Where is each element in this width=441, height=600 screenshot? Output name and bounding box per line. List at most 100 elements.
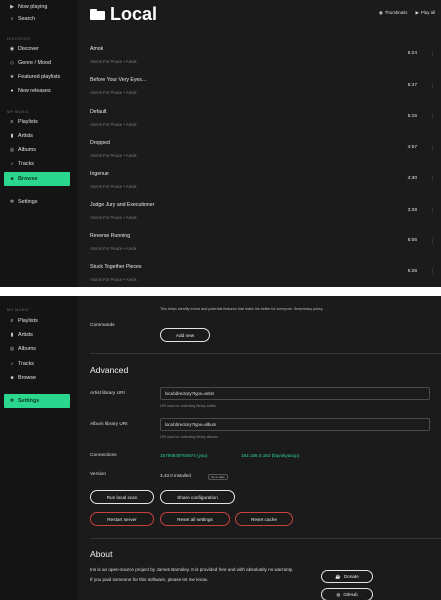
sidebar-item-discover[interactable]: ◉ Discover (4, 42, 70, 56)
my-music-heading: MY MUSIC (7, 109, 30, 114)
up-to-date-badge: Up to date (208, 474, 228, 480)
track-row[interactable]: Before Your Very Eyes... Atoms For Peace… (90, 77, 435, 109)
divider (90, 538, 441, 539)
track-row[interactable]: Dropped Atoms For Peace • Amok 4:57 ⋮ (90, 140, 435, 172)
album-uri-input[interactable]: local:directory?type=album (160, 418, 430, 431)
more-options-icon[interactable]: ⋮ (430, 208, 435, 214)
track-row[interactable]: Ingenue Atoms For Peace • Amok 4:30 ⋮ (90, 171, 435, 203)
browse-screen: ▶ Now playing ⌕ Search DISCOVER ◉ Discov… (0, 0, 441, 287)
sidebar-item-artists[interactable]: ▮ Artists (4, 328, 70, 342)
sidebar-item-search[interactable]: ⌕ Search (4, 12, 70, 26)
sidebar-item-label: Settings (18, 398, 40, 404)
star-icon: ★ (9, 74, 15, 80)
artist-icon: ▮ (10, 133, 14, 139)
track-duration: 5:47 (407, 83, 417, 88)
artist-uri-input[interactable]: local:directory?type=artist (160, 387, 430, 400)
track-meta: Atoms For Peace • Amok (90, 277, 137, 282)
github-button[interactable]: ◍ GitHub (321, 588, 373, 600)
more-options-icon[interactable]: ⋮ (430, 238, 435, 244)
sidebar-item-label: Albums (18, 346, 36, 352)
compass-icon: ◉ (9, 46, 15, 52)
more-options-icon[interactable]: ⋮ (430, 51, 435, 57)
sidebar-item-new-releases[interactable]: ● New releases (4, 84, 70, 98)
track-duration: 5:26 (407, 269, 417, 274)
more-options-icon[interactable]: ⋮ (430, 83, 435, 89)
play-all-button[interactable]: ▶ Play all (415, 10, 435, 16)
eye-icon: ◉ (378, 10, 383, 15)
track-meta: Atoms For Peace • Amok (90, 246, 137, 251)
track-row[interactable]: Stuck Together Pieces Atoms For Peace • … (90, 264, 435, 287)
sidebar-item-albums[interactable]: ◎ Albums (4, 342, 70, 356)
album-icon: ◎ (9, 147, 15, 153)
sidebar-item-label: Browse (18, 375, 36, 381)
sidebar-item-tracks[interactable]: ♪ Tracks (4, 157, 70, 171)
sidebar-item-playlists[interactable]: ≡ Playlists (4, 115, 70, 129)
search-icon: ⌕ (10, 16, 14, 22)
play-all-label: Play all (420, 10, 435, 15)
sidebar-item-browse[interactable]: ■ Browse (4, 172, 70, 186)
sidebar-item-label: Search (18, 16, 36, 22)
donate-button[interactable]: ☕ Donate (321, 570, 373, 583)
track-duration: 3:28 (407, 208, 417, 213)
track-row[interactable]: Amok Atoms For Peace • Amok 5:24 ⋮ (90, 46, 435, 78)
music-note-icon: ♪ (10, 361, 14, 367)
sidebar-item-label: Settings (18, 199, 38, 205)
track-row[interactable]: Default Atoms For Peace • Amok 5:15 ⋮ (90, 109, 435, 141)
folder-icon: ■ (10, 375, 14, 381)
gear-icon: ✲ (9, 398, 15, 404)
reset-all-settings-button[interactable]: Reset all settings (160, 512, 230, 526)
album-icon: ◎ (9, 346, 15, 352)
about-text-line-1: Iris is an open-source project by James … (90, 567, 294, 572)
more-options-icon[interactable]: ⋮ (430, 145, 435, 151)
settings-content: This helps identify errors and potential… (78, 296, 441, 600)
track-title: Judge Jury and Executioner (90, 202, 155, 208)
more-options-icon[interactable]: ⋮ (430, 176, 435, 182)
sidebar-item-settings[interactable]: ✲ Settings (4, 394, 70, 408)
thumbnails-toggle[interactable]: ◉ Thumbnails (379, 10, 408, 16)
play-icon: ▶ (415, 10, 419, 15)
github-label: GitHub (343, 592, 358, 597)
restart-server-button[interactable]: Restart server (90, 512, 154, 526)
track-title: Amok (90, 46, 104, 52)
add-new-button[interactable]: Add new (160, 328, 210, 342)
track-meta: Atoms For Peace • Amok (90, 215, 137, 220)
playlist-icon: ≡ (10, 119, 14, 125)
sidebar-item-browse[interactable]: ■ Browse (4, 371, 70, 385)
version-label: Version (90, 472, 106, 477)
run-local-scan-button[interactable]: Run local scan (90, 490, 154, 504)
share-configuration-button[interactable]: Share configuration (160, 490, 235, 504)
sidebar-item-settings[interactable]: ✲ Settings (4, 195, 70, 209)
reset-cache-button[interactable]: Reset cache (235, 512, 293, 526)
header-actions: ◉ Thumbnails ▶ Play all (379, 10, 435, 16)
sidebar-item-playlists[interactable]: ≡ Playlists (4, 314, 70, 328)
sidebar-item-artists[interactable]: ▮ Artists (4, 129, 70, 143)
sidebar-item-featured-playlists[interactable]: ★ Featured playlists (4, 70, 70, 84)
sidebar-item-label: Now playing (18, 4, 48, 10)
sidebar-item-tracks[interactable]: ♪ Tracks (4, 357, 70, 371)
more-options-icon[interactable]: ⋮ (430, 269, 435, 275)
about-text-line-2: If you paid someone for this software, p… (90, 577, 208, 582)
album-uri-label: Album library URI (90, 422, 128, 427)
sidebar-item-label: Genre / Mood (18, 60, 51, 66)
sidebar-item-label: New releases (18, 88, 51, 94)
sidebar-item-albums[interactable]: ◎ Albums (4, 143, 70, 157)
more-options-icon[interactable]: ⋮ (430, 114, 435, 120)
track-row[interactable]: Judge Jury and Executioner Atoms For Pea… (90, 202, 435, 234)
version-value: 3.43.0 installed (160, 473, 191, 478)
sidebar-item-genre-mood[interactable]: ◇ Genre / Mood (4, 56, 70, 70)
sidebar-item-label: Tracks (18, 161, 34, 167)
sidebar-item-label: Playlists (18, 318, 38, 324)
folder-icon (90, 9, 105, 20)
sidebar-item-label: Artists (18, 133, 33, 139)
track-row[interactable]: Reverse Running Atoms For Peace • Amok 5… (90, 233, 435, 265)
track-title: Stuck Together Pieces (90, 264, 142, 270)
new-releases-icon: ● (10, 88, 14, 94)
track-title: Default (90, 109, 107, 115)
donate-label: Donate (343, 574, 359, 579)
sidebar-item-label: Artists (18, 332, 33, 338)
thumbnails-label: Thumbnails (384, 10, 408, 15)
sidebar: ▶ Now playing ⌕ Search DISCOVER ◉ Discov… (0, 0, 78, 287)
artist-icon: ▮ (10, 332, 14, 338)
page-header: Local (90, 4, 157, 25)
sidebar-item-label: Discover (18, 46, 39, 52)
